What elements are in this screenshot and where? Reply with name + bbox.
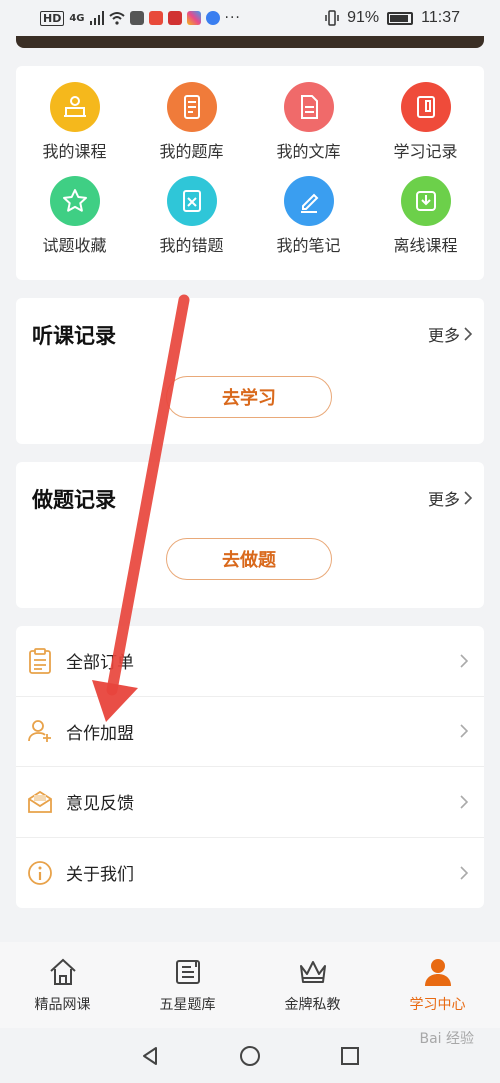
add-user-icon: [26, 717, 54, 745]
photos-notif-icon: [186, 11, 201, 25]
book-icon: [175, 960, 200, 984]
music-notif-icon: [205, 11, 220, 25]
grid-item-label: 我的文库: [276, 142, 341, 161]
wrong-question-icon: [166, 176, 217, 226]
menu-item-all-orders[interactable]: 全部订单: [16, 626, 484, 697]
person-icon: [424, 959, 451, 986]
menu-item-partnership[interactable]: 合作加盟: [16, 697, 484, 767]
grid-item-label: 我的课程: [42, 142, 107, 161]
wifi-icon: [108, 12, 125, 25]
grid-item-label: 试题收藏: [42, 236, 107, 255]
listen-record-more-link[interactable]: 更多: [428, 322, 472, 346]
more-label: 更多: [427, 326, 460, 345]
library-doc-icon: [283, 82, 334, 132]
crown-icon: [299, 961, 326, 983]
clock: 11:37: [421, 9, 460, 26]
status-bar: HD 4G ··· 91% 11:37: [0, 0, 500, 36]
menu-item-label: 全部订单: [66, 653, 134, 674]
listen-record-title: 听课记录: [32, 324, 116, 348]
grid-item-wrong-questions[interactable]: 我的错题: [133, 176, 250, 270]
shield-notif-icon: [167, 11, 182, 25]
tab-study-center[interactable]: 学习中心: [375, 942, 500, 1028]
menu-item-feedback[interactable]: 意见反馈: [16, 767, 484, 838]
notes-pen-icon: [283, 176, 334, 226]
go-practice-button[interactable]: 去做题: [166, 538, 332, 580]
question-bank-icon: [166, 82, 217, 132]
menu-list: 全部订单 合作加盟 意见反馈 关于我们: [16, 626, 484, 908]
network-type: 4G: [69, 12, 85, 24]
back-icon[interactable]: [139, 1045, 161, 1067]
go-study-button[interactable]: 去学习: [166, 376, 332, 418]
study-record-icon: [400, 82, 451, 132]
favorite-star-icon: [49, 176, 100, 226]
grid-item-label: 离线课程: [393, 236, 458, 255]
practice-record-card: 做题记录 更多 去做题: [16, 462, 484, 608]
menu-item-label: 合作加盟: [66, 723, 134, 744]
grid-item-offline-courses[interactable]: 离线课程: [367, 176, 484, 270]
home-circle-icon[interactable]: [239, 1045, 261, 1067]
order-clipboard-icon: [26, 647, 54, 675]
recents-icon[interactable]: [339, 1045, 361, 1067]
feedback-mail-icon: [26, 788, 54, 816]
tab-label: 金牌私教: [284, 997, 341, 1013]
hd-icon: HD: [40, 10, 65, 26]
menu-item-label: 意见反馈: [66, 794, 134, 815]
grid-item-question-bank[interactable]: 我的题库: [133, 82, 250, 176]
signal-icon: [89, 11, 104, 25]
grid-item-label: 我的笔记: [276, 236, 341, 255]
more-label: 更多: [427, 490, 460, 509]
practice-record-title: 做题记录: [32, 488, 116, 512]
grid-item-label: 我的错题: [159, 236, 224, 255]
tab-private-tutor[interactable]: 金牌私教: [250, 942, 375, 1028]
grid-item-my-courses[interactable]: 我的课程: [16, 82, 133, 176]
grid-item-label: 我的题库: [159, 142, 224, 161]
grid-item-library[interactable]: 我的文库: [250, 82, 367, 176]
header-banner-edge: [16, 36, 484, 48]
more-notif-icon: ···: [224, 10, 241, 26]
watermark: Bai 经验: [419, 1031, 474, 1047]
chevron-right-icon: [464, 327, 472, 341]
bottom-tab-bar: 精品网课 五星题库 金牌私教 学习中心: [0, 942, 500, 1028]
course-icon: [49, 82, 100, 132]
status-right: 91% 11:37: [325, 9, 460, 27]
battery-percent: 91%: [347, 9, 380, 26]
tab-label: 精品网课: [34, 997, 91, 1013]
battery-icon: [387, 11, 414, 25]
mail-notif-icon: [129, 11, 144, 25]
tab-question-bank[interactable]: 五星题库: [125, 942, 250, 1028]
info-icon: [26, 859, 54, 887]
feature-grid: 我的课程 我的题库 我的文库 学习记录 试题收藏 我的错题 我的笔记 离线课程: [16, 66, 484, 280]
practice-record-more-link[interactable]: 更多: [428, 486, 472, 510]
listen-record-card: 听课记录 更多 去学习: [16, 298, 484, 444]
chevron-right-icon: [456, 653, 472, 669]
tab-label: 五星题库: [159, 997, 216, 1013]
grid-item-favorites[interactable]: 试题收藏: [16, 176, 133, 270]
chevron-right-icon: [456, 723, 472, 739]
menu-item-about-us[interactable]: 关于我们: [16, 838, 484, 909]
tab-label: 学习中心: [409, 997, 466, 1013]
chevron-right-icon: [456, 865, 472, 881]
download-icon: [400, 176, 451, 226]
app-notif-icon: [148, 11, 163, 25]
menu-item-label: 关于我们: [66, 865, 134, 886]
grid-item-label: 学习记录: [393, 142, 458, 161]
tab-premium-courses[interactable]: 精品网课: [0, 942, 125, 1028]
chevron-right-icon: [464, 491, 472, 505]
grid-item-study-record[interactable]: 学习记录: [367, 82, 484, 176]
home-icon: [49, 958, 76, 985]
grid-item-notes[interactable]: 我的笔记: [250, 176, 367, 270]
vibrate-icon: [325, 10, 339, 26]
chevron-right-icon: [456, 794, 472, 810]
status-left: HD 4G ···: [40, 10, 241, 26]
